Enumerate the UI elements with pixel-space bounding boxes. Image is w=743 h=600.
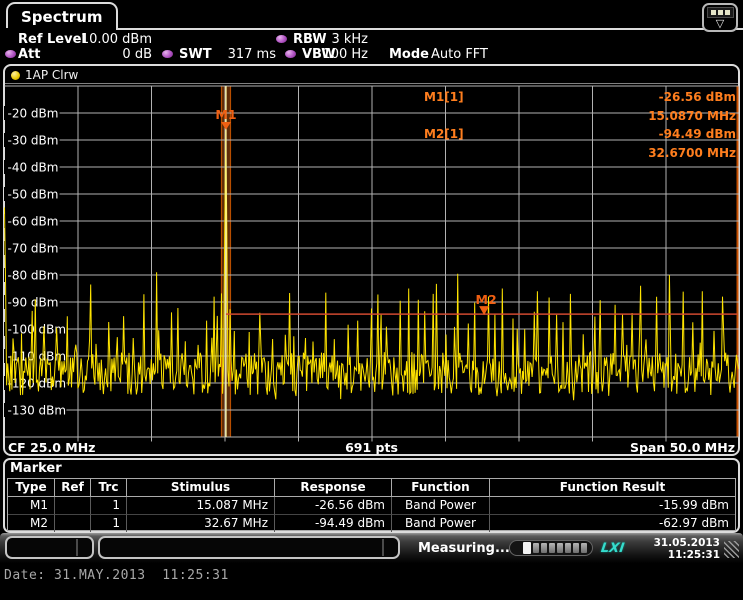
m1-name: M1[1] bbox=[424, 88, 464, 107]
hardcopy-date-line: Date: 31.MAY.2013 11:25:31 bbox=[4, 568, 229, 583]
progress-segment bbox=[565, 543, 571, 553]
status-field-left[interactable] bbox=[5, 536, 94, 559]
progress-segment bbox=[581, 543, 587, 553]
m1-response: -26.56 dBm bbox=[275, 497, 392, 515]
marker-table: Type Ref Trc Stimulus Response Function … bbox=[7, 478, 736, 531]
svg-text:-70 dBm: -70 dBm bbox=[8, 242, 59, 256]
col-header-result: Function Result bbox=[490, 479, 735, 497]
mode-label: Mode bbox=[389, 47, 429, 62]
att-bullet-icon bbox=[5, 50, 16, 58]
progress-segment bbox=[541, 543, 547, 553]
m2-level: -94.49 dBm bbox=[659, 125, 736, 144]
m2-result: -62.97 dBm bbox=[490, 514, 735, 532]
col-header-ref: Ref bbox=[55, 479, 91, 497]
x-axis-row: CF 25.0 MHz 691 pts Span 50.0 MHz bbox=[8, 441, 735, 455]
progress-segment bbox=[573, 543, 579, 553]
measurement-state: Measuring... bbox=[418, 541, 510, 556]
m1-ref bbox=[55, 497, 91, 515]
vbw-value[interactable]: 100 Hz bbox=[312, 47, 368, 62]
m2-function: Band Power bbox=[392, 514, 490, 532]
svg-text:-30 dBm: -30 dBm bbox=[8, 134, 59, 148]
m2-response: -94.49 dBm bbox=[275, 514, 392, 532]
instrument-screen: Spectrum ▽ Ref Level -10.00 dBm RBW 3 kH… bbox=[0, 0, 743, 600]
svg-text:-90 dBm: -90 dBm bbox=[8, 296, 59, 310]
marker-readout: M1[1] -26.56 dBm 15.0870 MHz M2[1] -94.4… bbox=[424, 88, 736, 162]
status-date: 31.05.2013 bbox=[630, 537, 720, 549]
tab-underline bbox=[116, 28, 743, 30]
center-frequency[interactable]: CF 25.0 MHz bbox=[8, 441, 250, 455]
toolbar-squares-icon bbox=[707, 7, 734, 18]
trace-info[interactable]: 1AP Clrw bbox=[11, 68, 78, 82]
m2-ref bbox=[55, 514, 91, 532]
marker-table-section: Marker Type Ref Trc Stimulus Response Fu… bbox=[3, 458, 740, 533]
progress-segment bbox=[523, 542, 531, 554]
tab-label: Spectrum bbox=[21, 8, 102, 26]
svg-text:-40 dBm: -40 dBm bbox=[8, 161, 59, 175]
trace1-bullet-icon bbox=[11, 71, 20, 80]
trace1-label: 1AP Clrw bbox=[25, 68, 78, 82]
status-time: 11:25:31 bbox=[630, 549, 720, 561]
status-field-message[interactable] bbox=[98, 536, 400, 559]
progress-segment bbox=[557, 543, 563, 553]
resize-grip-icon[interactable] bbox=[724, 541, 739, 558]
m1-plot-label: M1 bbox=[215, 107, 236, 122]
col-header-trc: Trc bbox=[91, 479, 127, 497]
swt-label: SWT bbox=[179, 47, 212, 62]
sweep-points: 691 pts bbox=[250, 441, 492, 455]
col-header-stimulus: Stimulus bbox=[127, 479, 275, 497]
swt-bullet-icon bbox=[162, 50, 173, 58]
svg-text:-60 dBm: -60 dBm bbox=[8, 215, 59, 229]
chevron-down-icon: ▽ bbox=[716, 19, 724, 29]
svg-text:-20 dBm: -20 dBm bbox=[8, 107, 59, 121]
progress-bar bbox=[509, 540, 593, 556]
m2-freq: 32.6700 MHz bbox=[424, 144, 736, 163]
rbw-bullet-icon bbox=[276, 35, 287, 43]
m1-type[interactable]: M1 bbox=[8, 497, 55, 515]
svg-text:-130 dBm: -130 dBm bbox=[8, 404, 67, 418]
svg-text:-50 dBm: -50 dBm bbox=[8, 188, 59, 202]
tab-spectrum[interactable]: Spectrum bbox=[6, 2, 118, 28]
span[interactable]: Span 50.0 MHz bbox=[493, 441, 735, 455]
m2-plot-label: M2 bbox=[476, 292, 497, 307]
m1-function: Band Power bbox=[392, 497, 490, 515]
m2-name: M2[1] bbox=[424, 125, 464, 144]
status-bar: Measuring... LXI 31.05.2013 11:25:31 bbox=[0, 533, 743, 563]
m1-result: -15.99 dBm bbox=[490, 497, 735, 515]
progress-segment bbox=[533, 543, 539, 553]
display-menu-button[interactable]: ▽ bbox=[702, 3, 738, 32]
rbw-value[interactable]: 3 kHz bbox=[310, 32, 368, 47]
m1-freq: 15.0870 MHz bbox=[424, 107, 736, 126]
ref-level-value[interactable]: -10.00 dBm bbox=[66, 32, 152, 47]
m2-stimulus: 32.67 MHz bbox=[127, 514, 275, 532]
swt-value[interactable]: 317 ms bbox=[210, 47, 276, 62]
m1-stimulus: 15.087 MHz bbox=[127, 497, 275, 515]
mode-value[interactable]: Auto FFT bbox=[431, 47, 488, 62]
col-header-response: Response bbox=[275, 479, 392, 497]
att-value[interactable]: 0 dB bbox=[52, 47, 152, 62]
m1-trc: 1 bbox=[91, 497, 127, 515]
att-label: Att bbox=[18, 47, 41, 62]
datetime: 31.05.2013 11:25:31 bbox=[630, 537, 720, 561]
progress-segment bbox=[549, 543, 555, 553]
m2-type[interactable]: M2 bbox=[8, 514, 55, 532]
marker-table-title: Marker bbox=[10, 461, 62, 476]
col-header-function: Function bbox=[392, 479, 490, 497]
lxi-icon: LXI bbox=[600, 541, 625, 556]
col-header-type: Type bbox=[8, 479, 55, 497]
progress-segment bbox=[515, 543, 521, 553]
vbw-bullet-icon bbox=[285, 50, 296, 58]
m2-trc: 1 bbox=[91, 514, 127, 532]
m1-level: -26.56 dBm bbox=[659, 88, 736, 107]
svg-text:-80 dBm: -80 dBm bbox=[8, 269, 59, 283]
